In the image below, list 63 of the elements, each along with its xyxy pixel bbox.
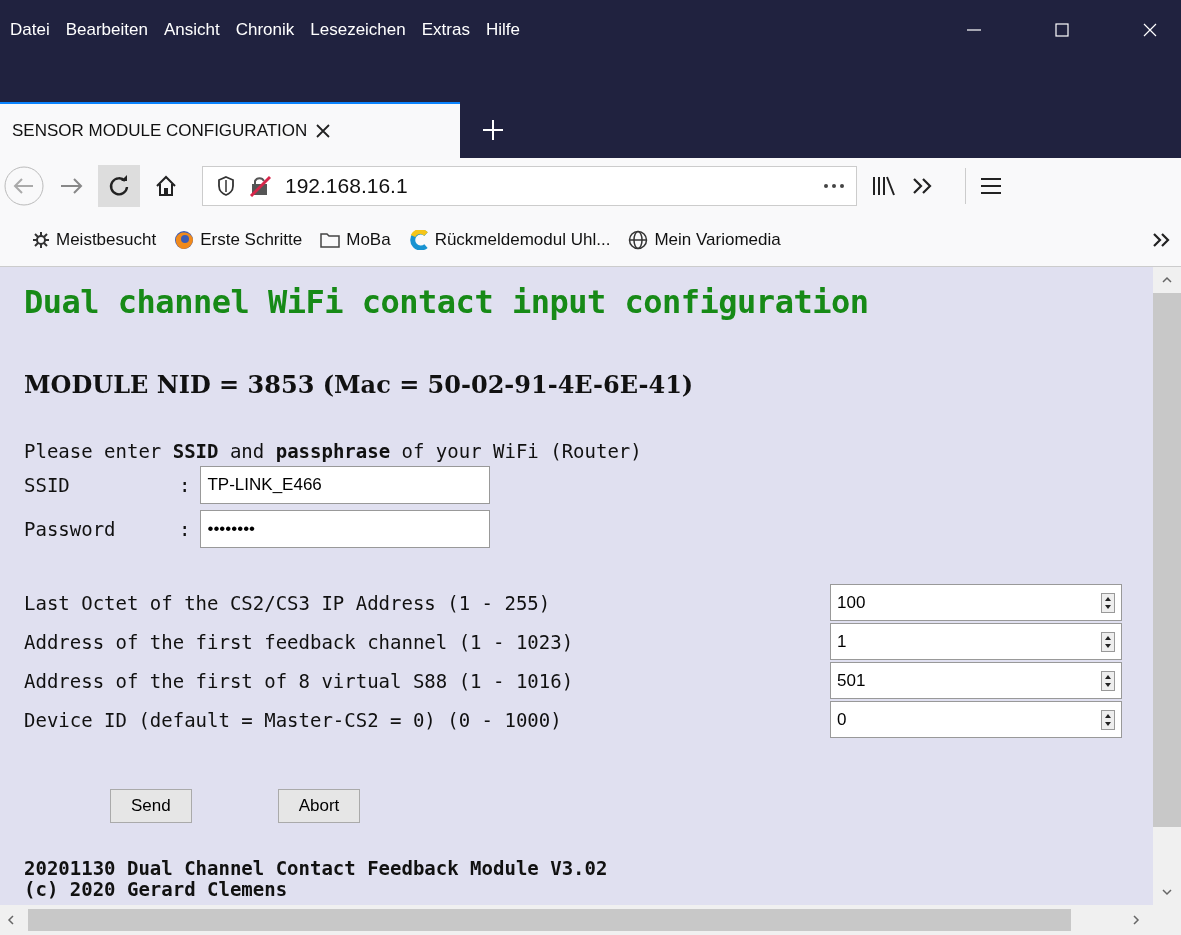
- close-icon[interactable]: [315, 123, 332, 139]
- form-button[interactable]: Send: [110, 789, 192, 823]
- page-heading: Dual channel WiFi contact input configuration: [24, 283, 870, 321]
- number-field[interactable]: 1: [830, 623, 1122, 660]
- spinner-icon[interactable]: [1101, 592, 1115, 613]
- module-info: MODULE NID = 3853 (Mac = 50-02-91-4E-6E-41): [24, 370, 695, 399]
- shield-icon: [217, 176, 235, 196]
- bookmark-item[interactable]: Mein Variomedia: [628, 230, 781, 250]
- c-logo-icon: [408, 230, 429, 250]
- spinner-icon[interactable]: [1101, 631, 1115, 652]
- menu-item[interactable]: Ansicht: [163, 20, 220, 40]
- menu-item[interactable]: Lesezeichen: [310, 20, 406, 40]
- horizontal-scrollbar[interactable]: [0, 905, 1181, 935]
- form-button[interactable]: Abort: [277, 789, 361, 823]
- library-icon[interactable]: [871, 174, 897, 198]
- field-label: Password: [24, 518, 117, 540]
- gear-icon: [32, 231, 50, 249]
- bookmark-item[interactable]: Erste Schritte: [174, 230, 303, 250]
- input-field[interactable]: TP-LINK_E466: [200, 466, 491, 504]
- menu-item[interactable]: Datei: [10, 20, 50, 40]
- more-icon[interactable]: [822, 182, 846, 190]
- setting-label: Address of the first of 8 virtual S88 (1 - 1016): [24, 669, 575, 692]
- insecure-lock-icon: [249, 175, 271, 197]
- setting-label: Last Octet of the CS2/CS3 IP Address (1 - 255): [24, 591, 552, 614]
- maximize-icon[interactable]: [1053, 21, 1071, 39]
- url-text: 192.168.16.1: [285, 174, 408, 198]
- spinner-icon[interactable]: [1101, 709, 1115, 730]
- globe-icon: [628, 230, 649, 250]
- colon-text: :: [179, 518, 191, 540]
- colon-text: :: [179, 474, 191, 496]
- scroll-down-icon[interactable]: [1161, 887, 1173, 897]
- scroll-left-icon[interactable]: [6, 914, 16, 926]
- number-field[interactable]: 501: [830, 662, 1122, 699]
- setting-label: Device ID (default = Master-CS2 = 0) (0 - 1000): [24, 708, 563, 731]
- menu-item[interactable]: Extras: [421, 20, 470, 40]
- menu-item[interactable]: Bearbeiten: [65, 20, 148, 40]
- menu-item[interactable]: Chronik: [235, 20, 295, 40]
- close-icon[interactable]: [1141, 21, 1159, 39]
- footer-text: 20201130 Dual Channel Contact Feedback Module V3.02: [24, 858, 609, 879]
- footer-text: (c) 2020 Gerard Clemens: [24, 879, 289, 900]
- fox-globe-icon: [174, 230, 195, 250]
- browser-tab[interactable]: SENSOR MODULE CONFIGURATION: [0, 102, 460, 158]
- number-field[interactable]: 100: [830, 584, 1122, 621]
- number-field[interactable]: 0: [830, 701, 1122, 738]
- setting-label: Address of the first feedback channel (1 - 1023): [24, 630, 575, 653]
- field-label: SSID: [24, 474, 71, 496]
- menu-icon[interactable]: [980, 176, 1002, 196]
- reload-button[interactable]: [98, 165, 140, 207]
- menu-item[interactable]: Hilfe: [485, 20, 520, 40]
- spinner-icon[interactable]: [1101, 670, 1115, 691]
- bookmark-item[interactable]: MoBa: [320, 230, 391, 250]
- input-field[interactable]: ••••••••: [200, 510, 491, 548]
- intro-text: Please enter SSID and passphrase of your WiFi (Router): [24, 440, 643, 462]
- scroll-up-icon[interactable]: [1161, 275, 1173, 285]
- address-bar[interactable]: 192.168.16.1: [202, 166, 857, 206]
- reload-icon: [108, 175, 130, 197]
- scroll-right-icon[interactable]: [1131, 914, 1141, 926]
- folder-icon: [320, 232, 341, 248]
- home-icon[interactable]: [154, 174, 178, 198]
- vertical-scrollbar[interactable]: [1153, 267, 1181, 905]
- new-tab-icon[interactable]: [482, 119, 504, 141]
- bookmark-item[interactable]: Meistbesucht: [32, 230, 157, 250]
- bookmark-item[interactable]: Rückmeldemodul Uhl...: [408, 230, 611, 250]
